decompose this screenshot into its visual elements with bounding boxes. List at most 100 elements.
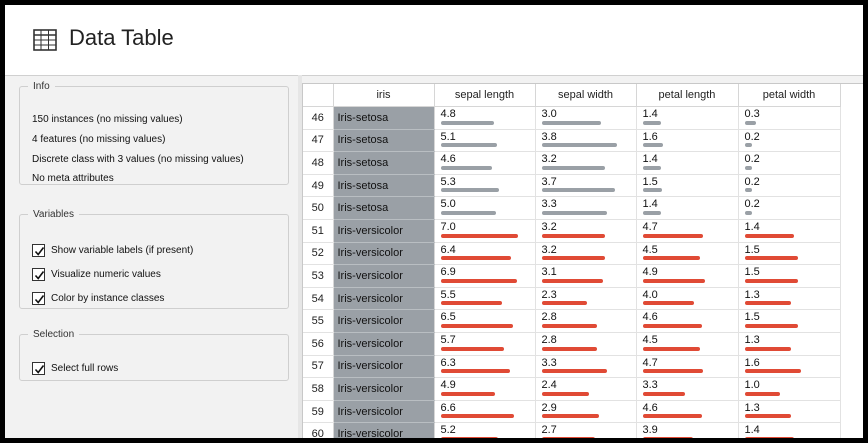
column-header-petal-width[interactable]: petal width (738, 84, 841, 107)
table-row[interactable]: 50 Iris-setosa 5.0 3.3 1.4 0.2 (303, 196, 841, 220)
class-cell[interactable]: Iris-setosa (333, 129, 435, 153)
value-cell[interactable]: 4.9 (434, 377, 536, 401)
value-cell[interactable]: 3.2 (535, 242, 637, 266)
value-cell[interactable]: 5.7 (434, 332, 536, 356)
corner-cell[interactable] (303, 84, 334, 107)
value-cell[interactable]: 3.7 (535, 174, 637, 198)
value-cell[interactable]: 2.9 (535, 400, 637, 424)
value-cell[interactable]: 1.5 (738, 309, 841, 333)
table-row[interactable]: 58 Iris-versicolor 4.9 2.4 3.3 1.0 (303, 377, 841, 401)
value-cell[interactable]: 1.3 (738, 332, 841, 356)
value-cell[interactable]: 1.4 (636, 196, 739, 220)
table-row[interactable]: 60 Iris-versicolor 5.2 2.7 3.9 1.4 (303, 422, 841, 438)
row-number[interactable]: 57 (303, 355, 334, 379)
value-cell[interactable]: 6.3 (434, 355, 536, 379)
class-cell[interactable]: Iris-versicolor (333, 309, 435, 333)
class-cell[interactable]: Iris-versicolor (333, 355, 435, 379)
value-cell[interactable]: 4.6 (636, 400, 739, 424)
value-cell[interactable]: 1.5 (738, 264, 841, 288)
value-cell[interactable]: 1.4 (738, 422, 841, 438)
value-cell[interactable]: 2.7 (535, 422, 637, 438)
value-cell[interactable]: 4.7 (636, 355, 739, 379)
value-cell[interactable]: 3.3 (636, 377, 739, 401)
value-cell[interactable]: 5.3 (434, 174, 536, 198)
table-row[interactable]: 46 Iris-setosa 4.8 3.0 1.4 0.3 (303, 106, 841, 130)
column-header-sepal-length[interactable]: sepal length (434, 84, 536, 107)
value-cell[interactable]: 0.2 (738, 174, 841, 198)
table-row[interactable]: 59 Iris-versicolor 6.6 2.9 4.6 1.3 (303, 400, 841, 424)
value-cell[interactable]: 1.0 (738, 377, 841, 401)
value-cell[interactable]: 7.0 (434, 219, 536, 243)
value-cell[interactable]: 3.2 (535, 219, 637, 243)
row-number[interactable]: 51 (303, 219, 334, 243)
value-cell[interactable]: 5.5 (434, 287, 536, 311)
class-cell[interactable]: Iris-setosa (333, 151, 435, 175)
table-row[interactable]: 48 Iris-setosa 4.6 3.2 1.4 0.2 (303, 151, 841, 175)
class-cell[interactable]: Iris-versicolor (333, 332, 435, 356)
value-cell[interactable]: 1.4 (636, 106, 739, 130)
value-cell[interactable]: 1.3 (738, 287, 841, 311)
row-number[interactable]: 56 (303, 332, 334, 356)
class-cell[interactable]: Iris-versicolor (333, 422, 435, 438)
table-row[interactable]: 56 Iris-versicolor 5.7 2.8 4.5 1.3 (303, 332, 841, 356)
value-cell[interactable]: 6.6 (434, 400, 536, 424)
column-header-petal-length[interactable]: petal length (636, 84, 739, 107)
table-row[interactable]: 49 Iris-setosa 5.3 3.7 1.5 0.2 (303, 174, 841, 198)
value-cell[interactable]: 1.6 (738, 355, 841, 379)
row-number[interactable]: 59 (303, 400, 334, 424)
table-row[interactable]: 57 Iris-versicolor 6.3 3.3 4.7 1.6 (303, 355, 841, 379)
data-table[interactable]: iris sepal length sepal width petal leng… (302, 83, 863, 438)
row-number[interactable]: 54 (303, 287, 334, 311)
value-cell[interactable]: 5.2 (434, 422, 536, 438)
value-cell[interactable]: 1.5 (738, 242, 841, 266)
checkbox-check-icon[interactable] (32, 243, 45, 257)
checkbox-check-icon[interactable] (32, 267, 45, 281)
row-number[interactable]: 52 (303, 242, 334, 266)
value-cell[interactable]: 3.1 (535, 264, 637, 288)
value-cell[interactable]: 0.3 (738, 106, 841, 130)
color-by-instance-classes-checkbox[interactable]: Color by instance classes (32, 289, 164, 307)
class-cell[interactable]: Iris-versicolor (333, 242, 435, 266)
show-variable-labels-checkbox[interactable]: Show variable labels (if present) (32, 241, 193, 259)
value-cell[interactable]: 2.4 (535, 377, 637, 401)
value-cell[interactable]: 0.2 (738, 129, 841, 153)
value-cell[interactable]: 1.6 (636, 129, 739, 153)
row-number[interactable]: 60 (303, 422, 334, 438)
table-row[interactable]: 51 Iris-versicolor 7.0 3.2 4.7 1.4 (303, 219, 841, 243)
value-cell[interactable]: 3.3 (535, 196, 637, 220)
value-cell[interactable]: 4.0 (636, 287, 739, 311)
table-row[interactable]: 53 Iris-versicolor 6.9 3.1 4.9 1.5 (303, 264, 841, 288)
value-cell[interactable]: 4.7 (636, 219, 739, 243)
class-cell[interactable]: Iris-versicolor (333, 219, 435, 243)
table-row[interactable]: 47 Iris-setosa 5.1 3.8 1.6 0.2 (303, 129, 841, 153)
value-cell[interactable]: 3.0 (535, 106, 637, 130)
row-number[interactable]: 49 (303, 174, 334, 198)
select-full-rows-checkbox[interactable]: Select full rows (32, 359, 118, 377)
value-cell[interactable]: 3.8 (535, 129, 637, 153)
value-cell[interactable]: 4.5 (636, 242, 739, 266)
value-cell[interactable]: 6.5 (434, 309, 536, 333)
value-cell[interactable]: 3.3 (535, 355, 637, 379)
row-number[interactable]: 58 (303, 377, 334, 401)
checkbox-check-icon[interactable] (32, 361, 45, 375)
value-cell[interactable]: 5.0 (434, 196, 536, 220)
value-cell[interactable]: 1.3 (738, 400, 841, 424)
checkbox-check-icon[interactable] (32, 291, 45, 305)
value-cell[interactable]: 4.6 (434, 151, 536, 175)
value-cell[interactable]: 2.8 (535, 309, 637, 333)
value-cell[interactable]: 3.9 (636, 422, 739, 438)
row-number[interactable]: 46 (303, 106, 334, 130)
class-cell[interactable]: Iris-setosa (333, 174, 435, 198)
row-number[interactable]: 53 (303, 264, 334, 288)
class-cell[interactable]: Iris-versicolor (333, 400, 435, 424)
class-cell[interactable]: Iris-setosa (333, 196, 435, 220)
value-cell[interactable]: 2.8 (535, 332, 637, 356)
value-cell[interactable]: 4.9 (636, 264, 739, 288)
class-cell[interactable]: Iris-versicolor (333, 264, 435, 288)
row-number[interactable]: 50 (303, 196, 334, 220)
table-row[interactable]: 54 Iris-versicolor 5.5 2.3 4.0 1.3 (303, 287, 841, 311)
value-cell[interactable]: 1.5 (636, 174, 739, 198)
value-cell[interactable]: 0.2 (738, 151, 841, 175)
class-cell[interactable]: Iris-setosa (333, 106, 435, 130)
value-cell[interactable]: 0.2 (738, 196, 841, 220)
